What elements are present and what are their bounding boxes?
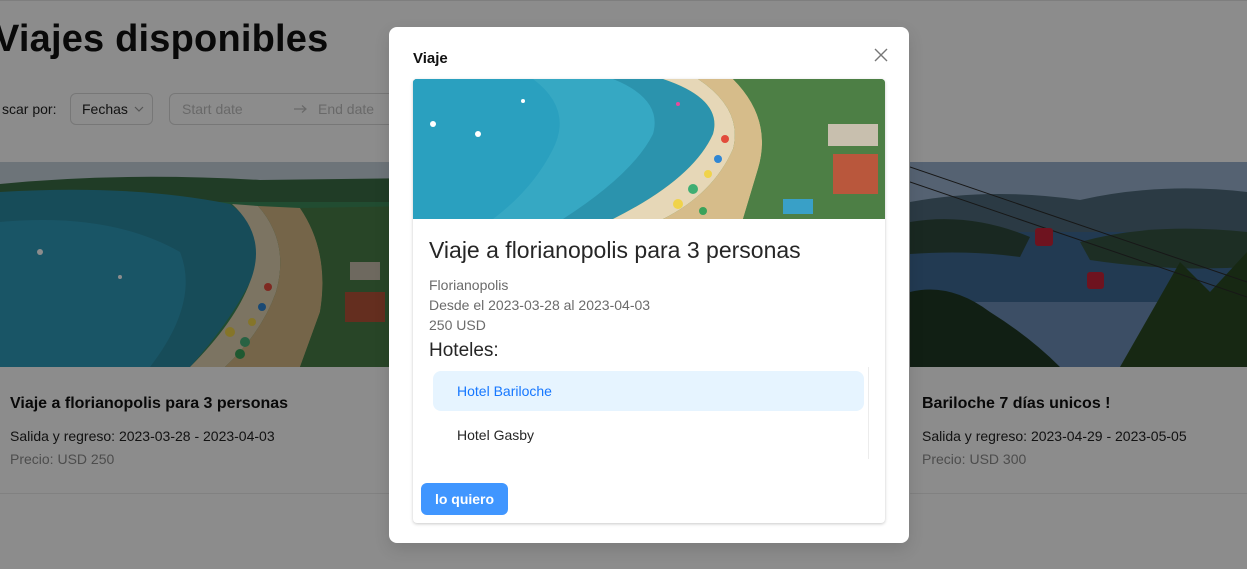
trip-detail-heading: Viaje a florianopolis para 3 personas <box>429 237 801 263</box>
hotel-option[interactable]: Hotel Gasby <box>433 415 864 455</box>
trip-detail-city: Florianopolis <box>429 277 509 293</box>
trip-detail-modal: Viaje Viaje a florianopolis para 3 perso… <box>389 27 909 543</box>
lo-quiero-button[interactable]: lo quiero <box>421 483 508 515</box>
trip-detail-price: 250 USD <box>429 317 486 333</box>
modal-title: Viaje <box>413 50 448 67</box>
close-icon[interactable] <box>871 45 891 65</box>
hotels-label: Hoteles: <box>429 340 499 361</box>
trip-detail-dates: Desde el 2023-03-28 al 2023-04-03 <box>429 297 651 313</box>
hotel-list[interactable]: Hotel Bariloche Hotel Gasby <box>433 367 869 459</box>
hotel-option-selected[interactable]: Hotel Bariloche <box>433 371 864 411</box>
trip-detail-card: Viaje a florianopolis para 3 personas Fl… <box>413 79 885 523</box>
trip-detail-image <box>413 79 885 219</box>
